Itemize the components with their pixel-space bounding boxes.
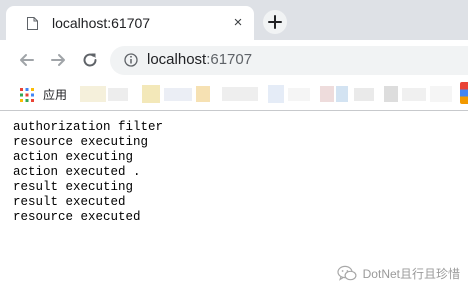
toolbar: localhost:61707: [0, 40, 468, 80]
browser-window: localhost:61707 × localhost:61707 应用 aut…: [0, 0, 468, 295]
plus-icon: [268, 15, 282, 29]
forward-arrow-icon[interactable]: [48, 50, 68, 70]
extension-icon[interactable]: [460, 82, 468, 104]
apps-grid-icon[interactable]: [20, 88, 34, 102]
watermark: DotNet且行且珍惜: [337, 264, 460, 282]
log-line: resource executing: [13, 135, 149, 149]
log-output: authorization filter resource executing …: [13, 120, 163, 225]
tab-title: localhost:61707: [52, 15, 151, 31]
address-bar[interactable]: localhost:61707: [110, 46, 468, 75]
url-text[interactable]: localhost:61707: [147, 51, 252, 68]
log-line: action executing: [13, 150, 134, 164]
url-port: :61707: [206, 51, 253, 68]
back-arrow-icon[interactable]: [17, 50, 37, 70]
wechat-icon: [337, 265, 357, 281]
new-tab-button[interactable]: [263, 10, 287, 34]
close-icon[interactable]: ×: [230, 15, 246, 31]
log-line: result executed: [13, 195, 126, 209]
log-line: authorization filter: [13, 120, 164, 134]
log-line: resource executed: [13, 210, 141, 224]
log-line: action executed .: [13, 165, 141, 179]
tab-localhost[interactable]: localhost:61707 ×: [6, 6, 254, 40]
info-icon[interactable]: [124, 53, 138, 67]
blurred-bookmarks: [72, 80, 468, 110]
url-host: localhost: [147, 51, 207, 68]
bookmarks-bar: 应用: [0, 80, 468, 111]
watermark-text: DotNet且行且珍惜: [362, 266, 460, 281]
log-line: result executing: [13, 180, 134, 194]
apps-label[interactable]: 应用: [43, 86, 67, 103]
page-icon: [27, 17, 38, 30]
tab-strip: localhost:61707 ×: [0, 0, 468, 40]
reload-icon[interactable]: [80, 50, 100, 70]
